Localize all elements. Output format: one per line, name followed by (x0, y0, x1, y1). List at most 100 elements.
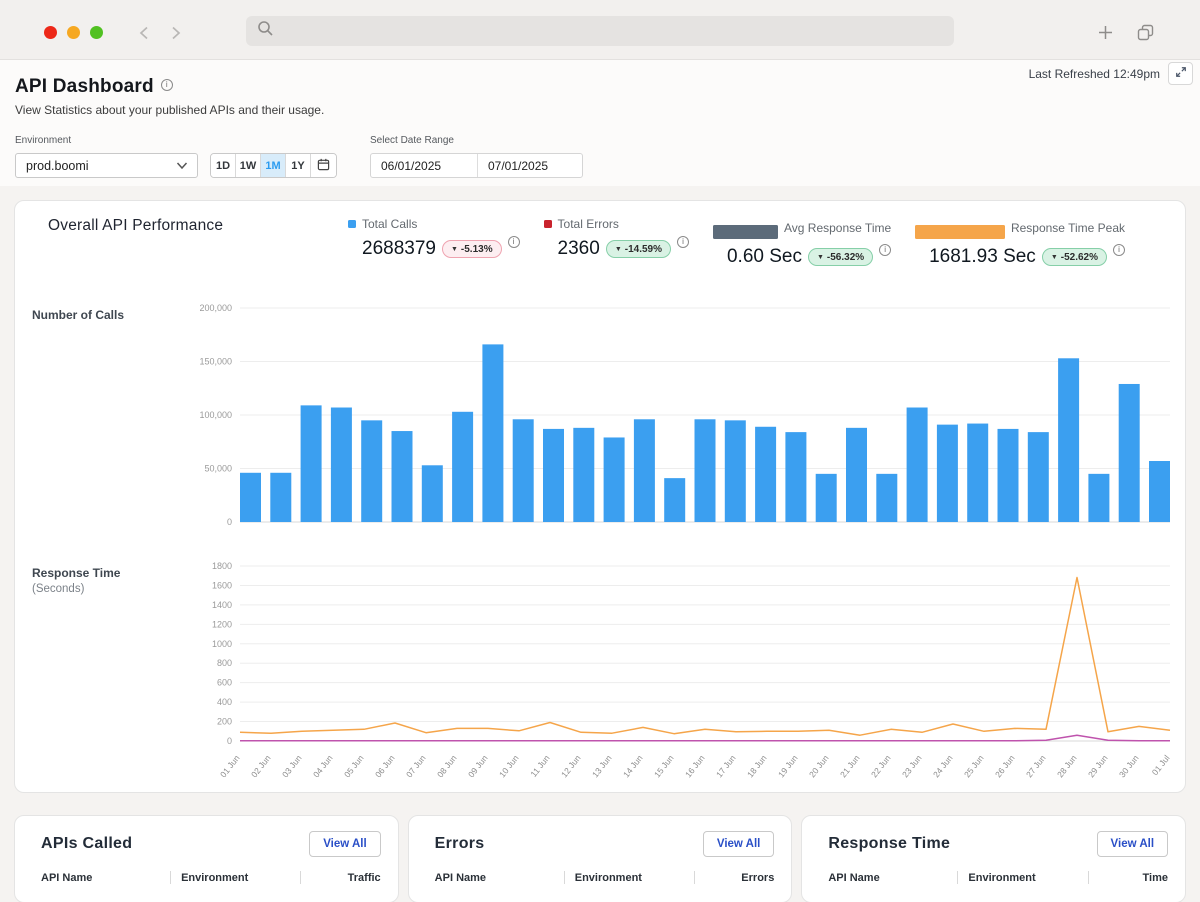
view-all-button[interactable]: View All (1097, 831, 1168, 857)
metrics-row: Total Calls 2688379 ▼-5.13% i Total Erro… (348, 217, 1125, 268)
metric-value: 0.60 Sec (727, 246, 802, 268)
svg-text:14 Jun: 14 Jun (621, 753, 645, 779)
calendar-icon (317, 158, 330, 174)
column-environment: Environment (181, 872, 290, 884)
change-badge: ▼-14.59% (606, 240, 671, 258)
range-1m-button[interactable]: 1M (261, 154, 286, 177)
svg-text:1200: 1200 (212, 619, 232, 629)
environment-select[interactable]: prod.boomi (15, 153, 198, 178)
view-all-button[interactable]: View All (703, 831, 774, 857)
info-icon[interactable]: i (1113, 244, 1125, 256)
svg-text:200: 200 (217, 717, 232, 727)
browser-chrome (0, 0, 1200, 60)
window-controls (44, 26, 103, 39)
page-subtitle: View Statistics about your published API… (15, 103, 1200, 117)
svg-text:200,000: 200,000 (200, 304, 232, 313)
info-icon[interactable]: i (508, 236, 520, 248)
svg-text:50,000: 50,000 (204, 464, 232, 474)
svg-text:05 Jun: 05 Jun (342, 753, 366, 779)
last-refreshed-label: Last Refreshed 12:49pm (1029, 67, 1160, 81)
svg-text:1800: 1800 (212, 562, 232, 571)
metric-value: 1681.93 Sec (929, 246, 1036, 268)
svg-text:28 Jun: 28 Jun (1055, 753, 1079, 779)
metric-label: Total Calls (362, 217, 417, 231)
table-header-row: API Name Environment Errors (409, 871, 792, 884)
column-divider (564, 871, 565, 884)
metric-total-errors: Total Errors 2360 ▼-14.59% i (544, 217, 689, 268)
svg-text:07 Jun: 07 Jun (404, 753, 428, 779)
caret-down-icon: ▼ (817, 254, 824, 261)
range-1d-button[interactable]: 1D (211, 154, 236, 177)
metric-label: Total Errors (558, 217, 619, 231)
column-divider (170, 871, 171, 884)
caret-down-icon: ▼ (615, 246, 622, 253)
svg-text:800: 800 (217, 658, 232, 668)
overall-performance-panel: Overall API Performance Total Calls 2688… (14, 200, 1186, 793)
calendar-button[interactable] (311, 154, 336, 177)
info-icon[interactable]: i (879, 244, 891, 256)
svg-text:150,000: 150,000 (200, 357, 232, 367)
svg-text:18 Jun: 18 Jun (745, 753, 769, 779)
change-value: -5.13% (461, 244, 493, 255)
svg-text:13 Jun: 13 Jun (590, 753, 614, 779)
svg-text:02 Jun: 02 Jun (249, 753, 273, 779)
metric-value: 2688379 (362, 238, 436, 260)
svg-text:06 Jun: 06 Jun (373, 753, 397, 779)
tab-overview-icon[interactable] (1137, 24, 1154, 46)
new-tab-icon[interactable] (1098, 25, 1113, 45)
range-1y-button[interactable]: 1Y (286, 154, 311, 177)
change-badge: ▼-52.62% (1042, 248, 1107, 266)
avg-response-legend-marker (713, 225, 778, 239)
panel-title: APIs Called (41, 835, 132, 853)
svg-text:400: 400 (217, 697, 232, 707)
svg-text:16 Jun: 16 Jun (683, 753, 707, 779)
view-all-button[interactable]: View All (309, 831, 380, 857)
total-errors-legend-marker (544, 220, 552, 228)
column-errors: Errors (705, 872, 774, 884)
change-badge: ▼-5.13% (442, 240, 502, 258)
start-date-input[interactable] (371, 154, 477, 177)
chevron-down-icon (176, 159, 188, 173)
svg-text:30 Jun: 30 Jun (1117, 753, 1141, 779)
info-icon[interactable]: i (161, 79, 173, 91)
response-axis-label: Response Time(Seconds) (15, 562, 200, 796)
date-range-label: Select Date Range (370, 135, 583, 146)
metric-avg-response-time: Avg Response Time 0.60 Sec ▼-56.32% i (713, 217, 891, 268)
expand-button[interactable] (1168, 62, 1193, 85)
search-icon (257, 20, 274, 42)
svg-text:1600: 1600 (212, 580, 232, 590)
svg-text:24 Jun: 24 Jun (931, 753, 955, 779)
address-bar[interactable] (246, 16, 954, 46)
svg-text:03 Jun: 03 Jun (280, 753, 304, 779)
performance-title: Overall API Performance (48, 217, 348, 268)
minimize-window-button[interactable] (67, 26, 80, 39)
date-range-filter: Select Date Range (370, 135, 583, 178)
svg-text:1400: 1400 (212, 600, 232, 610)
end-date-input[interactable] (477, 154, 583, 177)
metric-value: 2360 (558, 238, 600, 260)
filters-bar: Environment prod.boomi 1D 1W 1M 1Y Selec… (15, 135, 1200, 178)
svg-text:01 Jul: 01 Jul (1150, 753, 1172, 777)
svg-text:29 Jun: 29 Jun (1086, 753, 1110, 779)
table-header-row: API Name Environment Traffic (15, 871, 398, 884)
date-range-presets: 1D 1W 1M 1Y (210, 153, 337, 178)
column-api-name: API Name (828, 872, 947, 884)
response-line-chart: 02004006008001000120014001600180001 Jun0… (200, 562, 1185, 796)
address-input[interactable] (274, 16, 954, 46)
back-icon[interactable] (137, 25, 152, 46)
panel-title: Response Time (828, 835, 950, 853)
forward-icon[interactable] (168, 25, 183, 46)
response-axis-unit: (Seconds) (32, 583, 200, 595)
api-dashboard-app: Last Refreshed 12:49pm API Dashboard i V… (0, 60, 1200, 902)
range-1w-button[interactable]: 1W (236, 154, 261, 177)
svg-text:09 Jun: 09 Jun (466, 753, 490, 779)
svg-text:11 Jun: 11 Jun (528, 753, 551, 779)
zoom-window-button[interactable] (90, 26, 103, 39)
svg-text:15 Jun: 15 Jun (652, 753, 676, 779)
response-time-panel: Response Time View All API Name Environm… (801, 815, 1186, 902)
info-icon[interactable]: i (677, 236, 689, 248)
summary-tables: APIs Called View All API Name Environmen… (14, 815, 1186, 902)
svg-text:27 Jun: 27 Jun (1024, 753, 1048, 779)
svg-text:0: 0 (227, 517, 232, 527)
close-window-button[interactable] (44, 26, 57, 39)
